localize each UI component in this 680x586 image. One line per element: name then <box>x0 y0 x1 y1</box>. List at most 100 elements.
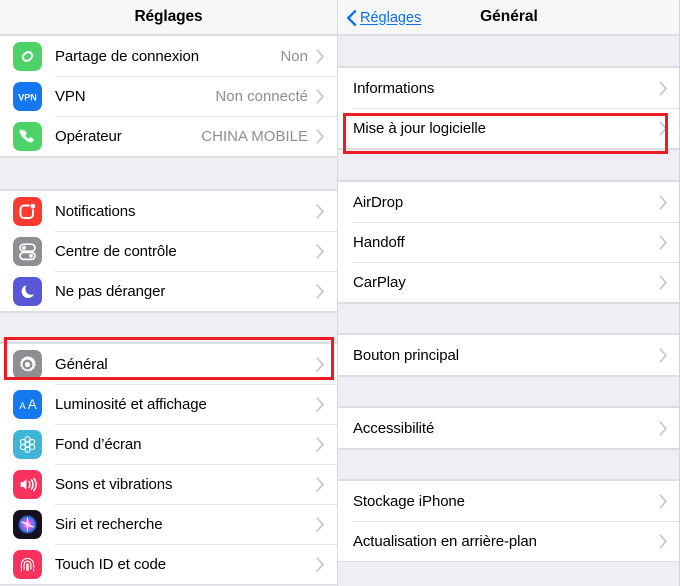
settings-row-label: VPN <box>55 87 86 105</box>
chevron-right-icon <box>659 234 667 250</box>
settings-row-label: Partage de connexion <box>55 47 199 65</box>
general-row-home-button[interactable]: Bouton principal <box>338 335 680 375</box>
general-row-background-refresh[interactable]: Actualisation en arrière-plan <box>338 521 680 561</box>
general-row-label: Stockage iPhone <box>353 492 465 510</box>
chevron-right-icon <box>316 88 324 104</box>
settings-row-personal-hotspot[interactable]: Partage de connexion Non <box>0 36 337 76</box>
touch-id-fingerprint-icon <box>13 549 42 579</box>
svg-text:A: A <box>19 401 26 412</box>
general-row-software-update[interactable]: Mise à jour logicielle <box>338 108 680 148</box>
svg-text:VPN: VPN <box>18 92 37 102</box>
settings-row-value: CHINA MOBILE <box>201 127 308 145</box>
settings-row-control-center[interactable]: Centre de contrôle <box>0 231 337 271</box>
section-gap <box>338 303 680 334</box>
general-group-home-button: Bouton principal <box>338 334 680 376</box>
general-row-label: Mise à jour logicielle <box>353 119 486 137</box>
general-detail-panel: Réglages Général Informations Mise à jou… <box>338 0 680 586</box>
general-group-accessibility: Accessibilité <box>338 407 680 449</box>
general-row-label: AirDrop <box>353 193 404 211</box>
right-navigation-bar: Réglages Général <box>338 0 680 35</box>
chevron-right-icon <box>316 128 324 144</box>
general-row-carplay[interactable]: CarPlay <box>338 262 680 302</box>
settings-group-notifications: Notifications Centre de contrôle Ne pas … <box>0 190 337 312</box>
chevron-right-icon <box>659 80 667 96</box>
general-row-about[interactable]: Informations <box>338 68 680 108</box>
chevron-right-icon <box>659 347 667 363</box>
control-center-icon <box>13 236 42 266</box>
settings-group-connectivity: Partage de connexion Non VPN VPN Non con… <box>0 35 337 157</box>
settings-row-carrier[interactable]: Opérateur CHINA MOBILE <box>0 116 337 156</box>
chevron-right-icon <box>659 120 667 136</box>
settings-row-label: Ne pas déranger <box>55 282 166 300</box>
general-group-info: Informations Mise à jour logicielle <box>338 67 680 149</box>
carrier-phone-icon <box>13 121 42 151</box>
settings-row-label: Fond d’écran <box>55 435 142 453</box>
settings-row-label: Luminosité et affichage <box>55 395 207 413</box>
chevron-right-icon <box>316 556 324 572</box>
settings-row-do-not-disturb[interactable]: Ne pas déranger <box>0 271 337 311</box>
settings-row-label: Général <box>55 355 108 373</box>
chevron-right-icon <box>659 420 667 436</box>
sounds-speaker-icon <box>13 469 42 499</box>
general-group-sharing: AirDrop Handoff CarPlay <box>338 181 680 303</box>
general-row-label: Actualisation en arrière-plan <box>353 532 537 550</box>
general-row-handoff[interactable]: Handoff <box>338 222 680 262</box>
section-gap <box>338 449 680 480</box>
section-gap <box>0 157 337 190</box>
notifications-icon <box>13 196 42 226</box>
general-gear-icon <box>13 349 42 379</box>
section-gap <box>338 376 680 407</box>
chevron-right-icon <box>316 476 324 492</box>
settings-row-notifications[interactable]: Notifications <box>0 191 337 231</box>
general-row-label: Informations <box>353 79 435 97</box>
chevron-right-icon <box>316 436 324 452</box>
personal-hotspot-icon <box>13 41 42 71</box>
chevron-right-icon <box>316 283 324 299</box>
chevron-right-icon <box>659 493 667 509</box>
general-row-label: Bouton principal <box>353 346 459 364</box>
settings-row-display-brightness[interactable]: A A Luminosité et affichage <box>0 384 337 424</box>
section-gap <box>338 149 680 181</box>
chevron-right-icon <box>316 243 324 259</box>
section-gap <box>338 35 680 67</box>
general-row-iphone-storage[interactable]: Stockage iPhone <box>338 481 680 521</box>
general-group-storage: Stockage iPhone Actualisation en arrière… <box>338 480 680 562</box>
wallpaper-icon <box>13 429 42 459</box>
settings-row-vpn[interactable]: VPN VPN Non connecté <box>0 76 337 116</box>
general-row-label: CarPlay <box>353 273 406 291</box>
general-row-accessibility[interactable]: Accessibilité <box>338 408 680 448</box>
siri-icon <box>13 509 42 539</box>
chevron-right-icon <box>659 194 667 210</box>
settings-row-touch-id[interactable]: Touch ID et code <box>0 544 337 584</box>
display-brightness-icon: A A <box>13 389 42 419</box>
settings-row-value: Non connecté <box>215 87 308 105</box>
settings-row-value: Non <box>280 47 308 65</box>
settings-row-label: Touch ID et code <box>55 555 166 573</box>
settings-row-label: Sons et vibrations <box>55 475 173 493</box>
settings-row-sounds[interactable]: Sons et vibrations <box>0 464 337 504</box>
general-row-airdrop[interactable]: AirDrop <box>338 182 680 222</box>
settings-row-general[interactable]: Général <box>0 344 337 384</box>
settings-row-label: Centre de contrôle <box>55 242 177 260</box>
svg-text:A: A <box>28 397 37 412</box>
settings-row-label: Siri et recherche <box>55 515 163 533</box>
chevron-right-icon <box>316 48 324 64</box>
general-row-label: Handoff <box>353 233 405 251</box>
left-navigation-bar: Réglages <box>0 0 337 35</box>
section-gap <box>0 312 337 343</box>
chevron-right-icon <box>316 396 324 412</box>
chevron-right-icon <box>659 533 667 549</box>
settings-row-siri[interactable]: Siri et recherche <box>0 504 337 544</box>
settings-group-general: Général A A Luminosité et affichage Fond… <box>0 343 337 585</box>
chevron-right-icon <box>316 356 324 372</box>
settings-master-panel: Réglages Partage de connexion Non VPN VP… <box>0 0 338 586</box>
general-row-label: Accessibilité <box>353 419 435 437</box>
right-panel-title: Général <box>480 8 538 25</box>
chevron-right-icon <box>659 274 667 290</box>
chevron-right-icon <box>316 203 324 219</box>
do-not-disturb-moon-icon <box>13 276 42 306</box>
settings-row-label: Notifications <box>55 202 136 220</box>
ios-settings-split-view: Réglages Partage de connexion Non VPN VP… <box>0 0 680 586</box>
left-panel-title: Réglages <box>134 8 203 25</box>
settings-row-wallpaper[interactable]: Fond d’écran <box>0 424 337 464</box>
